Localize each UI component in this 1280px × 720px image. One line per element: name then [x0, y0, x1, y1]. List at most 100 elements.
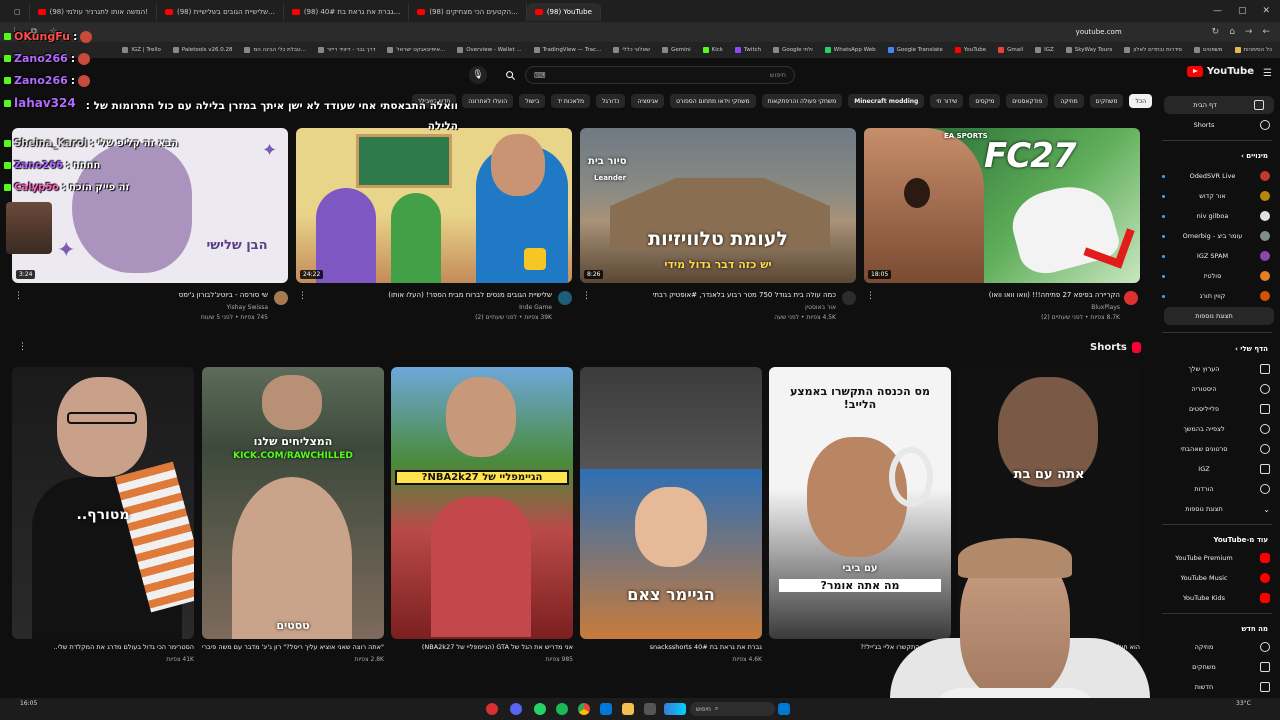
bookmark[interactable]: Kick	[702, 47, 723, 53]
sidebar-item-gaming[interactable]: משחקים	[1156, 658, 1280, 676]
video-title[interactable]: הקריירה בפיפא 27 פתיחה!!! (וואו וואו ווא…	[880, 291, 1120, 299]
sidebar-item-watch-later[interactable]: לצפייה בהמשך	[1156, 420, 1280, 438]
channel-name[interactable]: אור באוסטין	[596, 304, 836, 311]
app-icon[interactable]	[486, 703, 498, 715]
sidebar-item-news[interactable]: חדשות	[1156, 678, 1280, 696]
browser-tab[interactable]: (98) גברת את גראת בת 40#...	[284, 3, 410, 21]
bookmark[interactable]: IGZ	[1035, 47, 1054, 53]
url-field[interactable]: youtube.com	[1076, 28, 1122, 36]
app-icon[interactable]	[644, 703, 656, 715]
windows-start-icon[interactable]	[778, 703, 790, 715]
sidebar-subscription[interactable]: אור קדוש	[1156, 187, 1280, 205]
bookmark[interactable]: Gemini	[662, 47, 691, 53]
chip[interactable]: משחקי וידאו מתחום הספורט	[670, 94, 756, 108]
bookmark[interactable]: שאלוני כללי	[613, 47, 650, 53]
file-explorer-icon[interactable]	[622, 703, 634, 715]
home-icon[interactable]: ⌂	[1229, 27, 1235, 37]
video-title[interactable]: כמה עולה בית בגודל 750 מטר רבוע בלאנדר, …	[596, 291, 836, 299]
chip[interactable]: משחקי פעולה והרפתקאות	[761, 94, 843, 108]
short-title[interactable]: הסטרימר הכי גדול בעולם מדרג את המקלדת של…	[12, 643, 194, 651]
short-card[interactable]: הגיימפליי של NBA2k27?	[391, 367, 573, 639]
sidebar-item-history[interactable]: היסטוריה	[1156, 380, 1280, 398]
sidebar-subscription[interactable]: עומר ביצ - Omerbig	[1156, 227, 1280, 245]
show-more-subscriptions-button[interactable]: תצוגת נוספות	[1164, 307, 1274, 325]
browser-tab[interactable]: (98) שלישיית הגובים בשלישיית...	[157, 3, 284, 21]
widget-icon[interactable]	[664, 703, 686, 715]
bookmark[interactable]: Twitch	[734, 47, 761, 53]
channel-name[interactable]: Yishay Swissa	[28, 304, 269, 311]
discord-icon[interactable]	[510, 703, 522, 715]
chip[interactable]: מיקסים	[969, 94, 1001, 108]
chip[interactable]: מוזיקה	[1054, 94, 1084, 108]
maximize-icon[interactable]: ▢	[1238, 6, 1247, 16]
more-options-icon[interactable]: ⋮	[866, 291, 875, 301]
sidebar-item-kids[interactable]: YouTube Kids	[1156, 589, 1280, 607]
sidebar-subscription[interactable]: IGZ SPAM	[1156, 247, 1280, 265]
bookmark[interactable]: SkyWay Tours	[1065, 47, 1112, 53]
bookmark[interactable]: Google ולתי	[773, 47, 813, 53]
sidebar-item-premium[interactable]: YouTube Premium	[1156, 549, 1280, 567]
browser-tab[interactable]: (98) המשה אותו לתגרניר עולמי!	[30, 3, 157, 21]
short-title[interactable]: אני מדריש את הגל של GTA (הגיימפליי של NB…	[391, 643, 573, 651]
chip[interactable]: שידור חי	[930, 94, 964, 108]
more-options-icon[interactable]: ⋮	[14, 291, 23, 301]
hamburger-menu-icon[interactable]: ☰	[1263, 68, 1272, 79]
sidebar-item-music[interactable]: YouTube Music	[1156, 569, 1280, 587]
more-options-icon[interactable]: ⋮	[582, 291, 591, 301]
video-title[interactable]: שלישיית הגובים מנסים לברוח מבית הספר! (ה…	[312, 291, 552, 299]
chip[interactable]: פודקאסטים	[1006, 94, 1049, 108]
video-title[interactable]: שי סורסה - ביוטיג'לבורון ג'ימס	[28, 291, 268, 299]
bookmark[interactable]: כל הסימניות	[1234, 47, 1272, 53]
browser-tab[interactable]: (98) הקטעים הכי מצחיקים...	[409, 3, 527, 21]
sidebar-item-home[interactable]: דף הבית	[1164, 96, 1274, 114]
channel-avatar[interactable]	[842, 291, 856, 305]
channel-avatar[interactable]	[274, 291, 288, 305]
taskbar-search[interactable]: ⌕ חיפוש	[690, 702, 775, 716]
video-thumbnail[interactable]: סיור בית Leander לעומת טלוויזיות יש כזה …	[580, 128, 856, 283]
channel-avatar[interactable]	[1124, 291, 1138, 305]
sidebar-item-playlists[interactable]: פלייליסטים	[1156, 400, 1280, 418]
short-card[interactable]: המצליחים שלנו KICK.COM/RAWCHILLED טסטים	[202, 367, 384, 639]
bookmark[interactable]: Google Translate	[887, 47, 943, 53]
bookmark[interactable]: משפטים	[1194, 47, 1223, 53]
chip[interactable]: משחקים	[1089, 94, 1124, 108]
sidebar-item-music-explore[interactable]: מוזיקה	[1156, 638, 1280, 656]
sidebar-subscription[interactable]: קווין תורג	[1156, 287, 1280, 305]
short-title[interactable]: גברת את גראת בת 40# snacksshorts	[580, 643, 762, 651]
whatsapp-icon[interactable]	[534, 703, 546, 715]
app-icon[interactable]	[600, 703, 612, 715]
chip[interactable]: הכל	[1129, 94, 1152, 108]
minimize-icon[interactable]: —	[1213, 6, 1222, 16]
search-input[interactable]: חיפוש ⌨	[525, 66, 795, 84]
chip[interactable]: אנימציה	[631, 94, 665, 108]
more-options-icon[interactable]: ⋮	[298, 291, 307, 301]
bookmark[interactable]: YouTube	[954, 47, 986, 53]
short-title[interactable]: "אתה רוצה שאני אוציא עליך ריסל?" רון ג'י…	[202, 643, 384, 651]
chip[interactable]: כדורגל	[596, 94, 626, 108]
you-heading[interactable]: הדף שלי ›	[1156, 345, 1280, 353]
sidebar-item-shorts[interactable]: Shorts	[1156, 116, 1280, 134]
sidebar-item-liked[interactable]: סרטונים שאהבתי	[1156, 440, 1280, 458]
forward-icon[interactable]: →	[1245, 27, 1253, 37]
tab-actions-icon[interactable]: ▢	[14, 8, 21, 16]
close-icon[interactable]: ✕	[1262, 6, 1270, 16]
channel-name[interactable]: Inde Game	[312, 304, 552, 311]
sidebar-subscription[interactable]: niv gilboa	[1156, 207, 1280, 225]
spotify-icon[interactable]	[556, 703, 568, 715]
bookmark[interactable]: סידרות ובחדים לאלון	[1124, 47, 1182, 53]
bookmark[interactable]: WhatsApp Web	[824, 47, 876, 53]
channel-name[interactable]: BluxPlays	[880, 304, 1120, 311]
short-card[interactable]: מטורף..	[12, 367, 194, 639]
show-more-you-button[interactable]: ⌄ תצוגת נוספות	[1156, 500, 1280, 518]
sidebar-subscription[interactable]: OdedSVR Live	[1156, 167, 1280, 185]
shelf-options-icon[interactable]: ⋮	[18, 342, 27, 352]
chip[interactable]: Minecraft modding	[848, 94, 925, 108]
youtube-logo[interactable]: YouTube	[1186, 66, 1254, 77]
sidebar-item-downloads[interactable]: הורדות	[1156, 480, 1280, 498]
short-card[interactable]: הגיימר צאם	[580, 367, 762, 639]
sidebar-item-your-channel[interactable]: הערוץ שלך	[1156, 360, 1280, 378]
video-thumbnail[interactable]: EA SPORTS FC27 18:05	[864, 128, 1140, 283]
browser-tab[interactable]: ▢	[6, 3, 30, 21]
subscriptions-heading[interactable]: מינויים ›	[1156, 152, 1280, 160]
back-icon[interactable]: ←	[1262, 27, 1270, 37]
